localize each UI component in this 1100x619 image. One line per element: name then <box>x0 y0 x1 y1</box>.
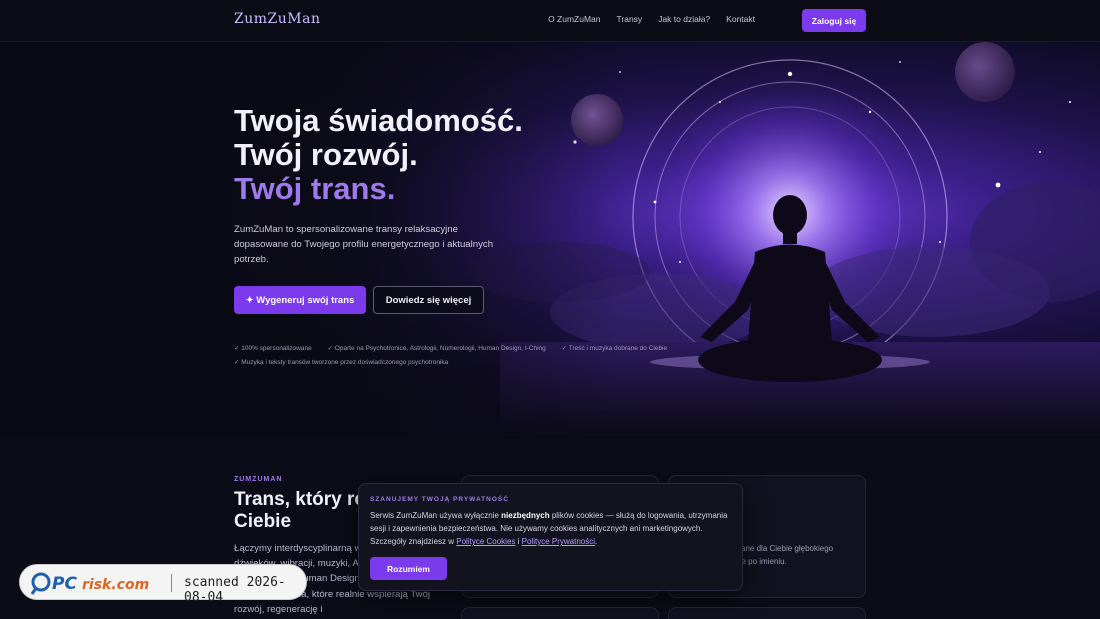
feature-list: ✓ 100% spersonalizowane ✓ Oparte na Psyc… <box>234 342 704 369</box>
feature-item: ✓ Oparte na Psychotronice, Astrologii, N… <box>327 345 546 352</box>
pcrisk-logo-icon: PC risk.com <box>30 572 149 595</box>
hero-section: Twoja świadomość. Twój rozwój. Twój tran… <box>0 42 1100 439</box>
cookie-text-part: . <box>595 537 598 546</box>
hero-heading-line-2: Twój rozwój. <box>234 137 418 172</box>
hero-heading-line-3: Twój trans. <box>234 171 396 206</box>
feature-item: ✓ Muzyka i teksty transów tworzone przez… <box>234 358 449 366</box>
nav-link-about[interactable]: O ZumZuMan <box>548 14 600 24</box>
cookie-banner-text: Serwis ZumZuMan używa wyłącznie niezbędn… <box>370 509 735 548</box>
watermark-separator <box>171 574 172 592</box>
nav-link-contact[interactable]: Kontakt <box>726 14 755 24</box>
feature-card <box>668 607 866 619</box>
feature-item: ✓ Treść i muzyka dobrane do Ciebie <box>561 345 668 352</box>
cookie-text-bold: niezbędnych <box>501 511 550 520</box>
login-button[interactable]: Zaloguj się <box>802 9 866 32</box>
svg-text:PC: PC <box>52 574 77 594</box>
cookie-accept-button[interactable]: Rozumiem <box>370 557 447 580</box>
cookie-banner-title: SZANUJEMY TWOJĄ PRYWATNOŚĆ <box>370 496 509 503</box>
top-navbar: ZumZuMan O ZumZuMan Transy Jak to działa… <box>0 0 1100 42</box>
cookie-text-part: Serwis ZumZuMan używa wyłącznie <box>370 511 502 520</box>
hero-heading-line-1: Twoja świadomość. <box>234 103 523 138</box>
hero-heading: Twoja świadomość. Twój rozwój. Twój tran… <box>234 104 523 206</box>
nav-links: O ZumZuMan Transy Jak to działa? Kontakt <box>548 14 755 24</box>
generate-trance-button[interactable]: ✦ Wygeneruj swój trans <box>234 286 366 314</box>
cookie-policy-link[interactable]: Polityce Cookies <box>456 537 515 546</box>
nav-link-how-it-works[interactable]: Jak to działa? <box>658 14 710 24</box>
hero-lead: ZumZuMan to spersonalizowane transy rela… <box>234 224 494 265</box>
feature-card <box>461 607 659 619</box>
privacy-policy-link[interactable]: Polityce Prywatności <box>522 537 595 546</box>
watermark-text: scanned 2026-08-04 <box>184 575 286 605</box>
nav-link-trances[interactable]: Transy <box>617 14 643 24</box>
section-eyebrow: ZUMZUMAN <box>234 476 283 483</box>
feature-item: ✓ 100% spersonalizowane <box>234 345 312 352</box>
cookie-consent-banner: SZANUJEMY TWOJĄ PRYWATNOŚĆ Serwis ZumZuM… <box>358 483 743 591</box>
scan-watermark: PC risk.com scanned 2026-08-04 <box>19 564 307 605</box>
learn-more-button[interactable]: Dowiedz się więcej <box>373 286 484 314</box>
svg-text:risk.com: risk.com <box>82 577 149 593</box>
site-logo[interactable]: ZumZuMan <box>234 11 320 27</box>
